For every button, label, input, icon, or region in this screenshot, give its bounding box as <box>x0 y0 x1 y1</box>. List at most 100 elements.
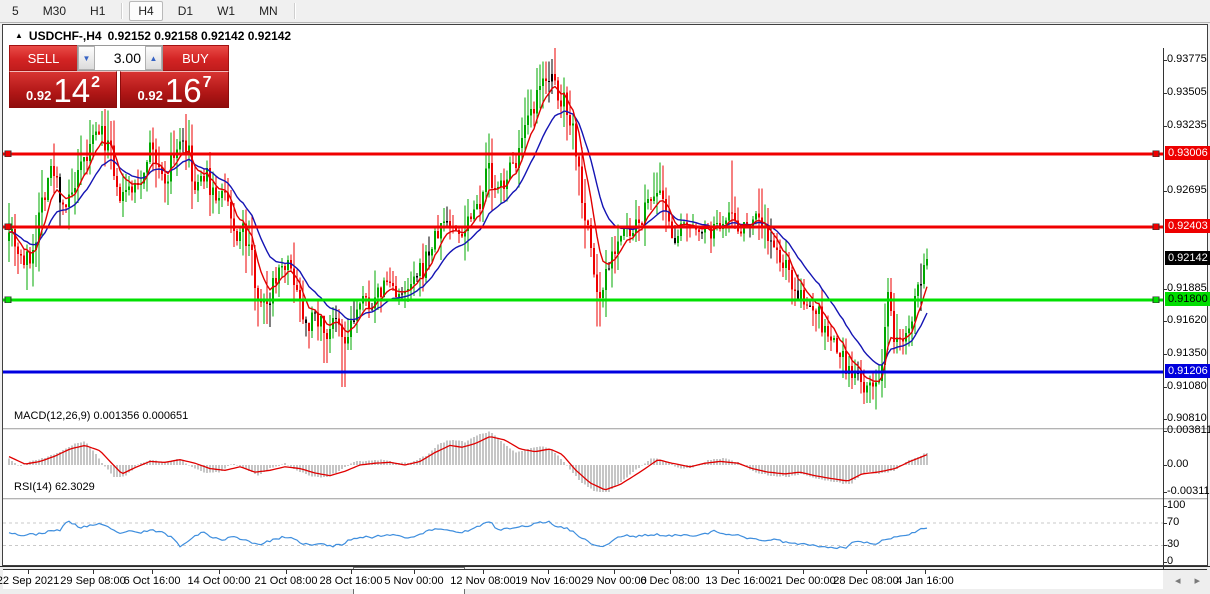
price-axis-tick: 0.91350 <box>1167 347 1207 359</box>
time-tick-mark <box>483 570 484 574</box>
line-handle[interactable] <box>4 150 12 158</box>
tab-scroll-right-icon[interactable]: ▸ <box>1194 574 1200 587</box>
price-chart-canvas[interactable] <box>0 48 1210 569</box>
time-tick-mark <box>414 570 415 574</box>
time-axis-label: 5 Nov 00:00 <box>384 575 444 587</box>
price-axis-tick: 0 <box>1167 555 1174 567</box>
time-axis-label: 28 Dec 08:00 <box>833 575 899 587</box>
toolbar-separator <box>293 3 295 19</box>
buy-price-pip: 7 <box>202 74 212 91</box>
volume-input[interactable] <box>95 46 145 70</box>
rsi-pane <box>3 520 1163 550</box>
time-axis-label: 14 Oct 00:00 <box>187 575 251 587</box>
price-axis-tick: 30 <box>1167 538 1180 550</box>
macd-pane-separator[interactable] <box>3 428 1207 430</box>
chart-title: ▲ USDCHF-,H4 0.92152 0.92158 0.92142 0.9… <box>15 29 291 43</box>
buy-price-main: 16 <box>164 72 202 109</box>
chart-window: ▲ USDCHF-,H4 0.92152 0.92158 0.92142 0.9… <box>0 23 1210 589</box>
buy-button[interactable]: BUY <box>163 45 229 71</box>
time-axis-label: 6 Oct 16:00 <box>123 575 181 587</box>
time-tick-mark <box>286 570 287 574</box>
price-axis-tick: 70 <box>1167 516 1180 528</box>
line-handle[interactable] <box>1152 296 1160 304</box>
line-handle[interactable] <box>1152 150 1160 158</box>
sell-price-main: 14 <box>53 72 91 109</box>
rsi-label: RSI(14) 62.3029 <box>14 481 95 493</box>
price-axis-tick: 0.90810 <box>1167 412 1207 424</box>
price-line-label: 0.92142 <box>1165 251 1210 265</box>
time-tick-mark <box>152 570 153 574</box>
time-axis-label: 21 Dec 00:00 <box>770 575 836 587</box>
time-tick-mark <box>803 570 804 574</box>
price-axis-tick: 0.91080 <box>1167 380 1207 392</box>
time-axis-label: 12 Nov 08:00 <box>450 575 516 587</box>
time-axis-label: 13 Dec 16:00 <box>705 575 771 587</box>
timeframe-button-5[interactable]: 5 <box>3 1 28 21</box>
buy-price-panel[interactable]: 0.92 16 7 <box>120 71 229 108</box>
price-axis-tick: 0.91620 <box>1167 314 1207 326</box>
line-handle[interactable] <box>1152 223 1160 231</box>
time-axis: 22 Sep 2021 29 Sep 08:00 6 Oct 16:00 14 Oct… <box>0 570 1163 589</box>
rsi-line <box>8 520 928 550</box>
price-axis-tick: 0.003811 <box>1167 424 1210 436</box>
timeframe-toolbar: 5 M30 H1 H4 D1 W1 MN <box>0 0 1210 23</box>
one-click-trading-panel: SELL ▼ ▲ BUY 0.92 14 2 0.92 <box>9 45 229 108</box>
time-axis-label: 6 Dec 08:00 <box>640 575 700 587</box>
mt4-terminal: 5 M30 H1 H4 D1 W1 MN ▲ USDCHF-,H4 0.92152 0.92… <box>0 0 1210 594</box>
price-line-label: 0.91206 <box>1165 364 1210 378</box>
symbol-period-label: USDCHF-,H4 <box>28 29 102 43</box>
price-axis-tick: 100 <box>1167 499 1186 511</box>
sell-price-pip: 2 <box>91 74 100 91</box>
timeframe-button-m30[interactable]: M30 <box>34 1 75 21</box>
sell-price-panel[interactable]: 0.92 14 2 <box>9 71 117 108</box>
sell-button[interactable]: SELL <box>9 45 77 71</box>
time-tick-mark <box>219 570 220 574</box>
timeframe-button-h1[interactable]: H1 <box>81 1 114 21</box>
rsi-pane-separator[interactable] <box>3 498 1207 500</box>
timeframe-button-mn[interactable]: MN <box>250 1 287 21</box>
price-axis-tick: -0.003115 <box>1167 485 1210 497</box>
volume-decrease-button[interactable]: ▼ <box>78 46 95 70</box>
time-tick-mark <box>93 570 94 574</box>
date-axis-separator <box>3 569 1207 570</box>
price-line-label: 0.91800 <box>1165 292 1210 306</box>
price-line-label: 0.93006 <box>1165 146 1210 160</box>
price-axis-tick: 0.93235 <box>1167 119 1207 131</box>
price-axis-tick: 0.93775 <box>1167 53 1207 65</box>
time-tick-mark <box>614 570 615 574</box>
time-axis-label: 4 Jan 16:00 <box>896 575 954 587</box>
macd-pane <box>8 431 928 493</box>
tab-scroll-arrows: ◂ ▸ <box>1175 574 1210 587</box>
sell-price-prefix: 0.92 <box>26 88 52 103</box>
time-tick-mark <box>351 570 352 574</box>
time-axis-label: 21 Oct 08:00 <box>254 575 318 587</box>
time-tick-mark <box>548 570 549 574</box>
time-tick-mark <box>866 570 867 574</box>
ohlc-values: 0.92152 0.92158 0.92142 0.92142 <box>107 29 292 43</box>
price-line-label: 0.92403 <box>1165 219 1210 233</box>
time-tick-mark <box>738 570 739 574</box>
time-axis-label: 28 Oct 16:00 <box>319 575 383 587</box>
tab-scroll-left-icon[interactable]: ◂ <box>1175 574 1181 587</box>
price-axis-tick: 0.92695 <box>1167 184 1207 196</box>
timeframe-button-w1[interactable]: W1 <box>208 1 244 21</box>
price-axis-tick: 0.00 <box>1167 458 1189 470</box>
collapse-panel-icon[interactable]: ▲ <box>15 31 23 40</box>
buy-price-prefix: 0.92 <box>137 88 163 103</box>
timeframe-button-d1[interactable]: D1 <box>169 1 202 21</box>
time-tick-mark <box>28 570 29 574</box>
price-axis-tick: 0.93505 <box>1167 86 1207 98</box>
macd-label: MACD(12,26,9) 0.001356 0.000651 <box>14 410 189 422</box>
toolbar-separator <box>121 3 123 19</box>
time-axis-label: 29 Nov 00:00 <box>581 575 647 587</box>
timeframe-button-h4[interactable]: H4 <box>129 1 163 21</box>
time-axis-label: 29 Sep 08:00 <box>60 575 126 587</box>
line-handle[interactable] <box>4 223 12 231</box>
time-axis-label: 22 Sep 2021 <box>0 575 60 587</box>
volume-increase-button[interactable]: ▲ <box>145 46 162 70</box>
volume-stepper: ▼ ▲ <box>77 45 163 71</box>
time-axis-label: 19 Nov 16:00 <box>515 575 581 587</box>
line-handle[interactable] <box>4 296 12 304</box>
time-tick-mark <box>670 570 671 574</box>
time-tick-mark <box>925 570 926 574</box>
